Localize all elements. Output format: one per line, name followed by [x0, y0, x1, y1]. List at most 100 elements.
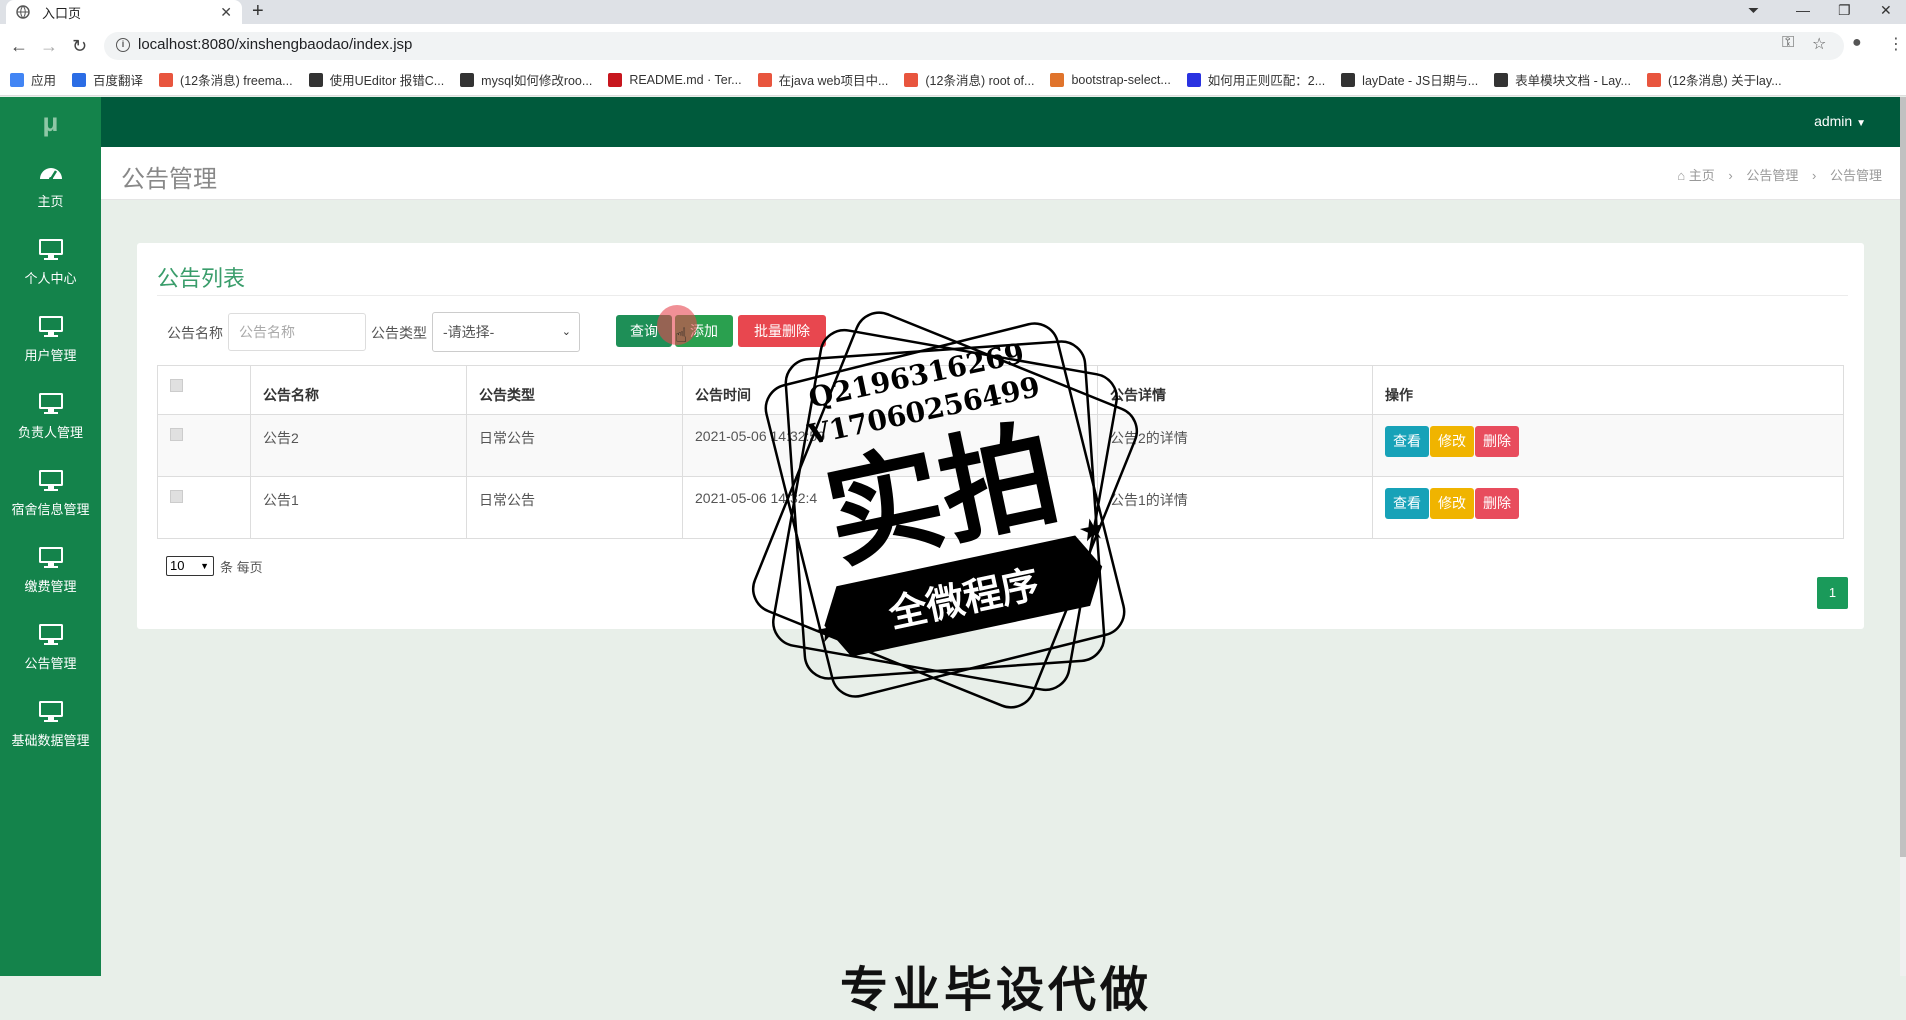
breadcrumb-separator: › — [1812, 168, 1817, 183]
bookmark-label: bootstrap-select... — [1071, 72, 1171, 87]
bookmark-item[interactable]: 使用UEditor 报错C... — [308, 70, 444, 89]
view-button[interactable]: 查看 — [1385, 426, 1429, 457]
row-checkbox[interactable] — [170, 428, 183, 441]
bottom-overlay-text: 专业毕设代做 — [840, 964, 1153, 1017]
row-actions-cell: 查看 修改 删除 — [1372, 476, 1844, 539]
bookmark-label: 百度翻译 — [93, 74, 144, 88]
monitor-icon — [38, 701, 63, 722]
sidebar-item-label: 基础数据管理 — [11, 733, 90, 748]
reload-icon[interactable]: ↻ — [72, 34, 87, 58]
sidebar-item[interactable]: 主页 — [0, 147, 101, 224]
tab-close-icon[interactable]: ✕ — [220, 4, 232, 21]
bookmark-favicon-icon — [308, 72, 323, 87]
bookmark-item[interactable]: (12条消息) freema... — [159, 70, 293, 89]
type-label: 公告类型 — [371, 325, 427, 341]
sidebar-item[interactable]: 基础数据管理 — [0, 686, 101, 763]
monitor-icon — [38, 316, 63, 337]
sidebar-item[interactable]: 负责人管理 — [0, 378, 101, 455]
star-icon[interactable]: ☆ — [1812, 34, 1826, 54]
breadcrumb-item[interactable]: 公告管理 — [1746, 168, 1798, 183]
breadcrumb: ⌂ 主页 › 公告管理 › 公告管理 — [1677, 165, 1882, 184]
restore-icon[interactable]: ❐ — [1838, 0, 1851, 24]
page-header: 公告管理 ⌂ 主页 › 公告管理 › 公告管理 — [101, 147, 1900, 200]
bookmark-favicon-icon — [159, 72, 174, 87]
menu-icon[interactable]: ⋮ — [1888, 34, 1904, 54]
minimize-icon[interactable]: — — [1796, 0, 1810, 24]
bookmark-favicon-icon — [1186, 72, 1201, 87]
logo[interactable]: μ — [0, 97, 101, 147]
page-size-suffix: 条 每页 — [220, 559, 263, 575]
profile-menu-icon[interactable]: ⏷ — [1748, 0, 1759, 24]
sidebar-item[interactable]: 用户管理 — [0, 301, 101, 378]
delete-button[interactable]: 删除 — [1475, 488, 1519, 519]
bookmark-item[interactable]: bootstrap-select... — [1050, 72, 1171, 87]
back-icon[interactable]: ← — [10, 34, 28, 58]
column-header: 公告名称 — [250, 365, 467, 415]
edit-button[interactable]: 修改 — [1430, 488, 1474, 519]
bookmark-item[interactable]: README.md · Ter... — [608, 72, 742, 87]
user-menu[interactable]: admin ▼ — [1814, 113, 1866, 129]
monitor-icon — [38, 470, 63, 491]
new-tab-icon[interactable]: + — [252, 0, 264, 24]
sidebar-item-label: 负责人管理 — [17, 425, 83, 440]
key-icon[interactable]: ⚿ — [1782, 34, 1794, 52]
bookmark-item[interactable]: mysql如何修改roo... — [460, 70, 592, 89]
select-all-checkbox[interactable] — [170, 379, 183, 392]
bookmark-label: (12条消息) freema... — [180, 74, 293, 88]
tab-title: 入口页 — [42, 5, 82, 21]
bookmark-label: 在java web项目中... — [778, 74, 889, 88]
apps-grid-icon — [10, 72, 24, 87]
breadcrumb-home[interactable]: 主页 — [1689, 168, 1715, 183]
sidebar-item[interactable]: 缴费管理 — [0, 532, 101, 609]
chevron-down-icon: ⌄ — [561, 326, 571, 338]
watermark-stamp: Q2196316269 V17060256499 实拍 全微程序 ★ ★ — [751, 311, 1139, 709]
breadcrumb-separator: › — [1728, 168, 1733, 183]
bookmark-label: 如何用正则匹配：2... — [1207, 74, 1326, 88]
row-actions-cell: 查看 修改 删除 — [1372, 414, 1844, 477]
forward-icon[interactable]: → — [40, 34, 58, 58]
info-icon[interactable]: i — [116, 38, 130, 52]
bookmarks-bar: 应用 百度翻译 (12条消息) freema... 使用UEditor 报错C... m… — [0, 64, 1906, 96]
bookmark-item[interactable]: (12条消息) 关于lay... — [1646, 70, 1782, 89]
sidebar-item[interactable]: 宿舍信息管理 — [0, 455, 101, 532]
pagination-page[interactable]: 1 — [1817, 577, 1848, 609]
edit-button[interactable]: 修改 — [1430, 426, 1474, 457]
view-button[interactable]: 查看 — [1385, 488, 1429, 519]
sidebar: μ 主页个人中心 用户管理负责人管理宿舍信息管理 缴费管理 公告管理基础数据管理 — [0, 97, 101, 976]
sidebar-item[interactable]: 公告管理 — [0, 609, 101, 686]
browser-tabbar: 入口页 ✕ + ⏷ — ❐ ✕ — [0, 0, 1906, 24]
home-icon: ⌂ — [1677, 168, 1686, 183]
name-search-input[interactable]: 公告名称 — [228, 313, 366, 351]
bookmark-label: README.md · Ter... — [629, 72, 742, 87]
bookmark-item[interactable]: 百度翻译 — [72, 70, 143, 89]
bookmark-item[interactable]: layDate - JS日期与... — [1341, 70, 1478, 89]
name-label: 公告名称 — [167, 325, 223, 341]
bookmark-label: (12条消息) 关于lay... — [1667, 74, 1782, 88]
panel-title: 公告列表 — [157, 266, 246, 291]
browser-tab[interactable]: 入口页 ✕ — [6, 0, 242, 24]
bookmark-item[interactable]: 如何用正则匹配：2... — [1186, 70, 1326, 89]
bookmark-label: (12条消息) root of... — [925, 74, 1035, 88]
user-name: admin — [1814, 113, 1853, 129]
bookmark-item[interactable]: 在java web项目中... — [757, 70, 889, 89]
sidebar-item[interactable]: 个人中心 — [0, 224, 101, 301]
page-size-select[interactable]: 10 ▼ — [166, 556, 214, 576]
bookmark-label: mysql如何修改roo... — [481, 74, 593, 88]
bookmark-item[interactable]: (12条消息) root of... — [904, 70, 1034, 89]
type-select-value: -请选择- — [443, 324, 495, 340]
type-select[interactable]: -请选择- ⌄ — [432, 312, 580, 352]
bookmark-item[interactable]: 表单模块文档 - Lay... — [1494, 70, 1631, 89]
bookmark-item[interactable]: 应用 — [10, 70, 56, 89]
delete-button[interactable]: 删除 — [1475, 426, 1519, 457]
scrollbar-thumb[interactable] — [1900, 97, 1906, 857]
sidebar-item-label: 主页 — [37, 194, 64, 209]
chevron-down-icon: ▼ — [200, 561, 209, 571]
close-window-icon[interactable]: ✕ — [1880, 0, 1892, 24]
bookmark-label: layDate - JS日期与... — [1362, 74, 1479, 88]
row-checkbox[interactable] — [170, 490, 183, 503]
avatar-icon[interactable]: ● — [1852, 34, 1862, 52]
bookmark-favicon-icon — [460, 72, 475, 87]
table-cell: 公告1 — [250, 476, 467, 539]
url-text[interactable]: localhost:8080/xinshengbaodao/index.jsp — [138, 36, 412, 53]
table-cell: 日常公告 — [466, 476, 683, 539]
